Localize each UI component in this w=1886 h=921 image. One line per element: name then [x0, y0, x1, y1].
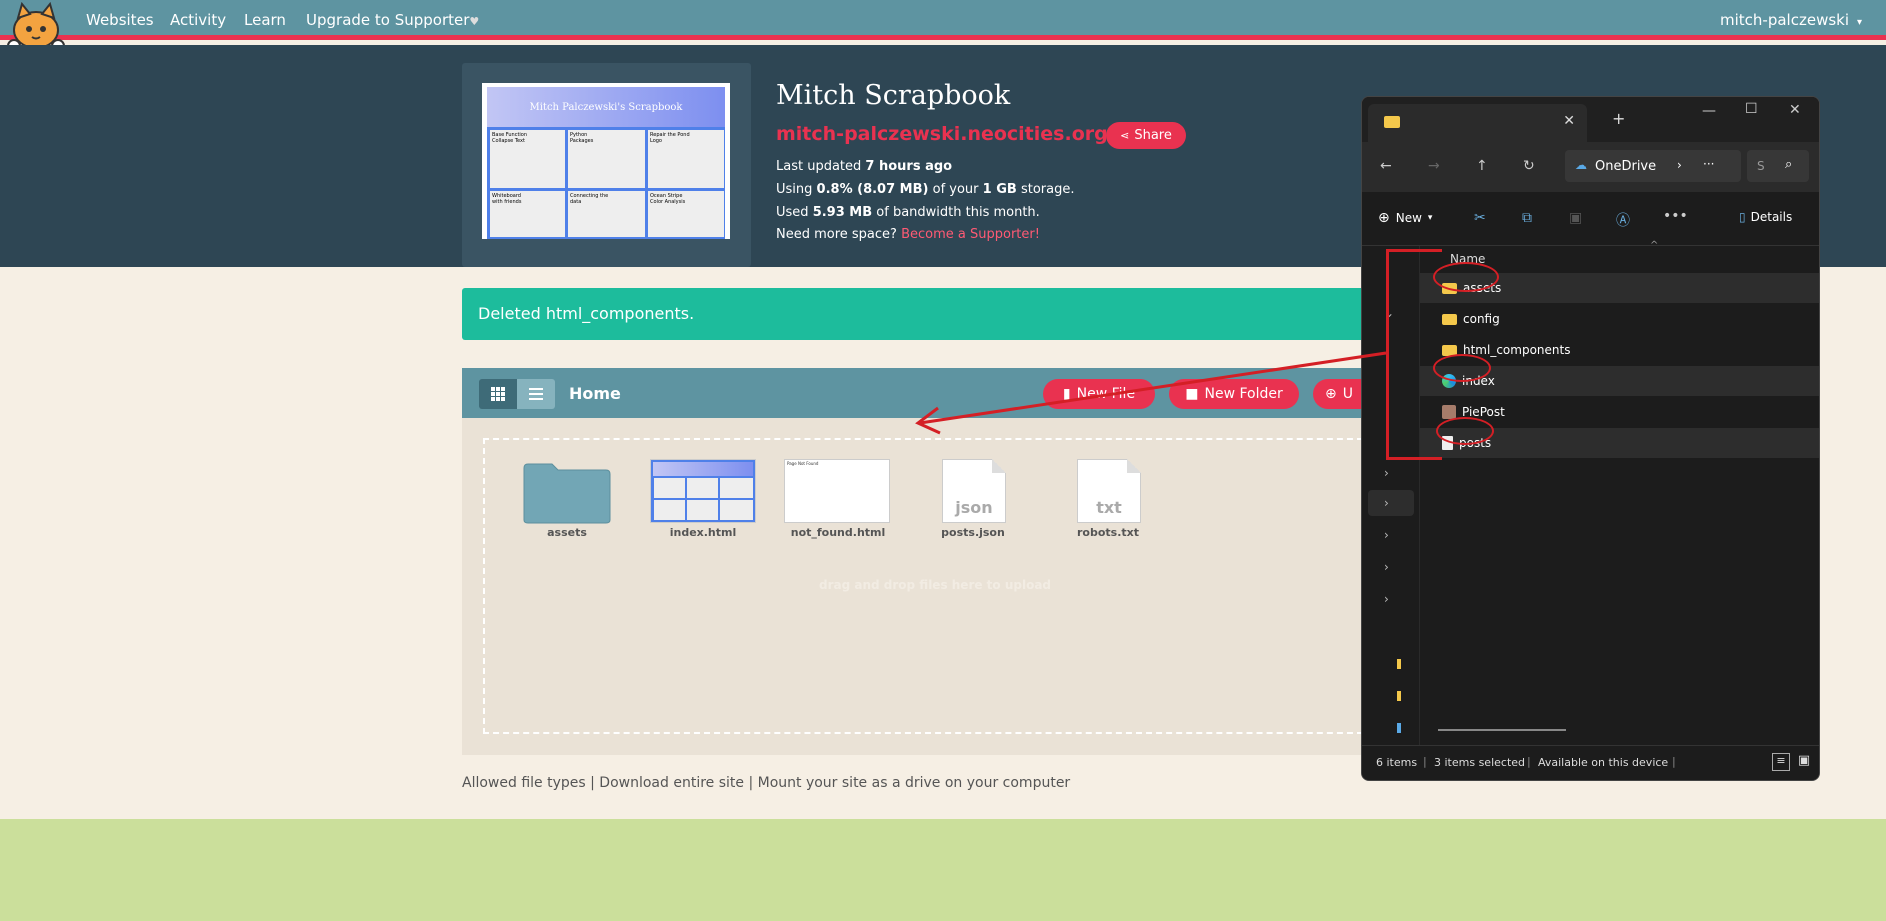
annotation-arrow	[915, 351, 1387, 435]
